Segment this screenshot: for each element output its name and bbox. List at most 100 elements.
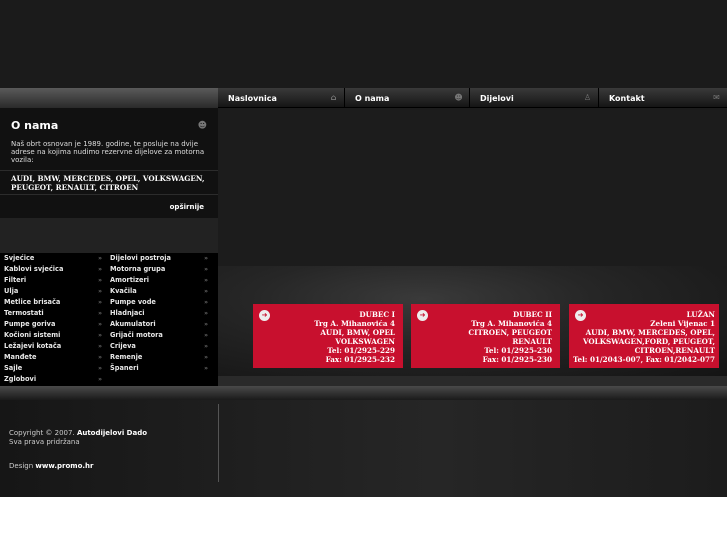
- double-arrow-icon: »: [98, 332, 102, 339]
- double-arrow-icon: »: [204, 277, 208, 284]
- category-item[interactable]: Hladnjaci »: [106, 308, 215, 319]
- category-item[interactable]: Kablovi svjećica »: [0, 264, 109, 275]
- double-arrow-icon: »: [204, 354, 208, 361]
- category-label: Remenje: [110, 353, 143, 361]
- category-item[interactable]: Filteri »: [0, 275, 109, 286]
- main-navigation: Naslovnica ⌂ O nama ☻ Dijelovi ♙ Kontakt…: [218, 88, 727, 108]
- category-item[interactable]: Termostati »: [0, 308, 109, 319]
- double-arrow-icon: »: [98, 277, 102, 284]
- divider: [0, 194, 218, 195]
- category-label: Kvačila: [110, 287, 137, 295]
- divider: [0, 170, 218, 171]
- parts-icon: ♙: [583, 93, 592, 102]
- nav-label: O nama: [355, 93, 390, 103]
- category-item[interactable]: Metlice brisača »: [0, 297, 109, 308]
- category-label: Hladnjaci: [110, 309, 145, 317]
- nav-item-o-nama[interactable]: O nama ☻: [345, 88, 470, 108]
- address-text: DUBEC I Trg A. Mihanovića 4 AUDI, BMW, O…: [314, 310, 395, 364]
- category-item[interactable]: Grijači motora »: [106, 330, 215, 341]
- address-band-base: [218, 376, 727, 386]
- category-label: Akumulatori: [110, 320, 156, 328]
- header-band: [0, 0, 727, 88]
- category-item[interactable]: Pumpe goriva »: [0, 319, 109, 330]
- category-label: Motorna grupa: [110, 265, 166, 273]
- category-item[interactable]: Pumpe vode »: [106, 297, 215, 308]
- category-item[interactable]: Ulja »: [0, 286, 109, 297]
- category-label: Španeri: [110, 364, 139, 372]
- category-menu: Svjećice» Kablovi svjećica» Filteri» Ulja» M…: [0, 253, 218, 386]
- nav-label: Dijelovi: [480, 93, 514, 103]
- category-item[interactable]: Zglobovi »: [0, 374, 109, 385]
- about-brands: AUDI, BMW, MERCEDES, OPEL, VOLKSWAGEN, P…: [11, 174, 205, 192]
- double-arrow-icon: »: [204, 310, 208, 317]
- double-arrow-icon: »: [204, 332, 208, 339]
- more-link[interactable]: opširnije: [170, 203, 204, 211]
- category-item[interactable]: Remenje »: [106, 352, 215, 363]
- nav-item-naslovnica[interactable]: Naslovnica ⌂: [218, 88, 345, 108]
- nav-label: Naslovnica: [228, 93, 277, 103]
- double-arrow-icon: »: [98, 299, 102, 306]
- arrow-right-icon: ➜: [259, 310, 270, 321]
- category-column-left: Svjećice» Kablovi svjećica» Filteri» Ulja» M…: [0, 253, 109, 385]
- copyright: Copyright © 2007. Autodijelovi Dado: [9, 429, 148, 437]
- category-label: Ulja: [4, 287, 19, 295]
- category-item[interactable]: Motorna grupa »: [106, 264, 215, 275]
- category-item[interactable]: Svjećice »: [0, 253, 109, 264]
- about-box: O nama ☻ Naš obrt osnovan je 1989. godin…: [0, 108, 218, 218]
- category-label: Ležajevi kotača: [4, 342, 62, 350]
- address-card-dubec-1[interactable]: ➜ DUBEC I Trg A. Mihanovića 4 AUDI, BMW,…: [253, 304, 403, 368]
- footer: [0, 400, 727, 497]
- category-item[interactable]: Kočioni sistemi »: [0, 330, 109, 341]
- double-arrow-icon: »: [98, 343, 102, 350]
- category-label: Manđete: [4, 353, 37, 361]
- double-arrow-icon: »: [204, 288, 208, 295]
- category-label: Pumpe goriva: [4, 320, 56, 328]
- category-item[interactable]: Kvačila »: [106, 286, 215, 297]
- category-label: Termostati: [4, 309, 44, 317]
- category-label: Crijeva: [110, 342, 136, 350]
- category-item[interactable]: Dijelovi postroja »: [106, 253, 215, 264]
- double-arrow-icon: »: [98, 310, 102, 317]
- nav-item-dijelovi[interactable]: Dijelovi ♙: [470, 88, 599, 108]
- category-item[interactable]: Amortizeri »: [106, 275, 215, 286]
- double-arrow-icon: »: [98, 266, 102, 273]
- design-credit: Design www.promo.hr: [9, 462, 94, 470]
- category-item[interactable]: Manđete »: [0, 352, 109, 363]
- category-item[interactable]: Ležajevi kotača »: [0, 341, 109, 352]
- footer-bar: [0, 386, 727, 400]
- double-arrow-icon: »: [98, 288, 102, 295]
- category-label: Zglobovi: [4, 375, 37, 383]
- double-arrow-icon: »: [204, 321, 208, 328]
- category-label: Grijači motora: [110, 331, 163, 339]
- people-icon: ☻: [454, 93, 463, 102]
- left-header-gradient: [0, 88, 218, 108]
- nav-item-kontakt[interactable]: Kontakt ✉: [599, 88, 727, 108]
- double-arrow-icon: »: [98, 255, 102, 262]
- about-text: Naš obrt osnovan je 1989. godine, te pos…: [11, 140, 205, 164]
- category-item[interactable]: Akumulatori »: [106, 319, 215, 330]
- category-label: Kočioni sistemi: [4, 331, 61, 339]
- address-text: DUBEC II Trg A. Mihanovića 4 CITROEN, PE…: [468, 310, 552, 364]
- category-item[interactable]: Sajle »: [0, 363, 109, 374]
- category-label: Svjećice: [4, 254, 35, 262]
- address-card-luzan[interactable]: ➜ LUŽAN Zeleni Vijenac 1 AUDI, BMW, MERC…: [569, 304, 719, 368]
- address-card-dubec-2[interactable]: ➜ DUBEC II Trg A. Mihanovića 4 CITROEN, …: [411, 304, 560, 368]
- category-label: Filteri: [4, 276, 27, 284]
- designer-link[interactable]: www.promo.hr: [35, 462, 93, 470]
- mail-icon: ✉: [713, 93, 720, 102]
- left-strip: [0, 218, 218, 253]
- rights: Sva prava pridržana: [9, 438, 80, 446]
- category-item[interactable]: Crijeva »: [106, 341, 215, 352]
- home-icon: ⌂: [330, 93, 337, 102]
- category-label: Pumpe vode: [110, 298, 156, 306]
- main-content: [218, 108, 727, 266]
- category-column-right: Dijelovi postroja» Motorna grupa» Amortize…: [106, 253, 215, 374]
- double-arrow-icon: »: [98, 365, 102, 372]
- category-label: Sajle: [4, 364, 23, 372]
- double-arrow-icon: »: [204, 343, 208, 350]
- category-label: Dijelovi postroja: [110, 254, 171, 262]
- double-arrow-icon: »: [204, 266, 208, 273]
- double-arrow-icon: »: [98, 376, 102, 383]
- nav-label: Kontakt: [609, 93, 645, 103]
- category-item[interactable]: Španeri »: [106, 363, 215, 374]
